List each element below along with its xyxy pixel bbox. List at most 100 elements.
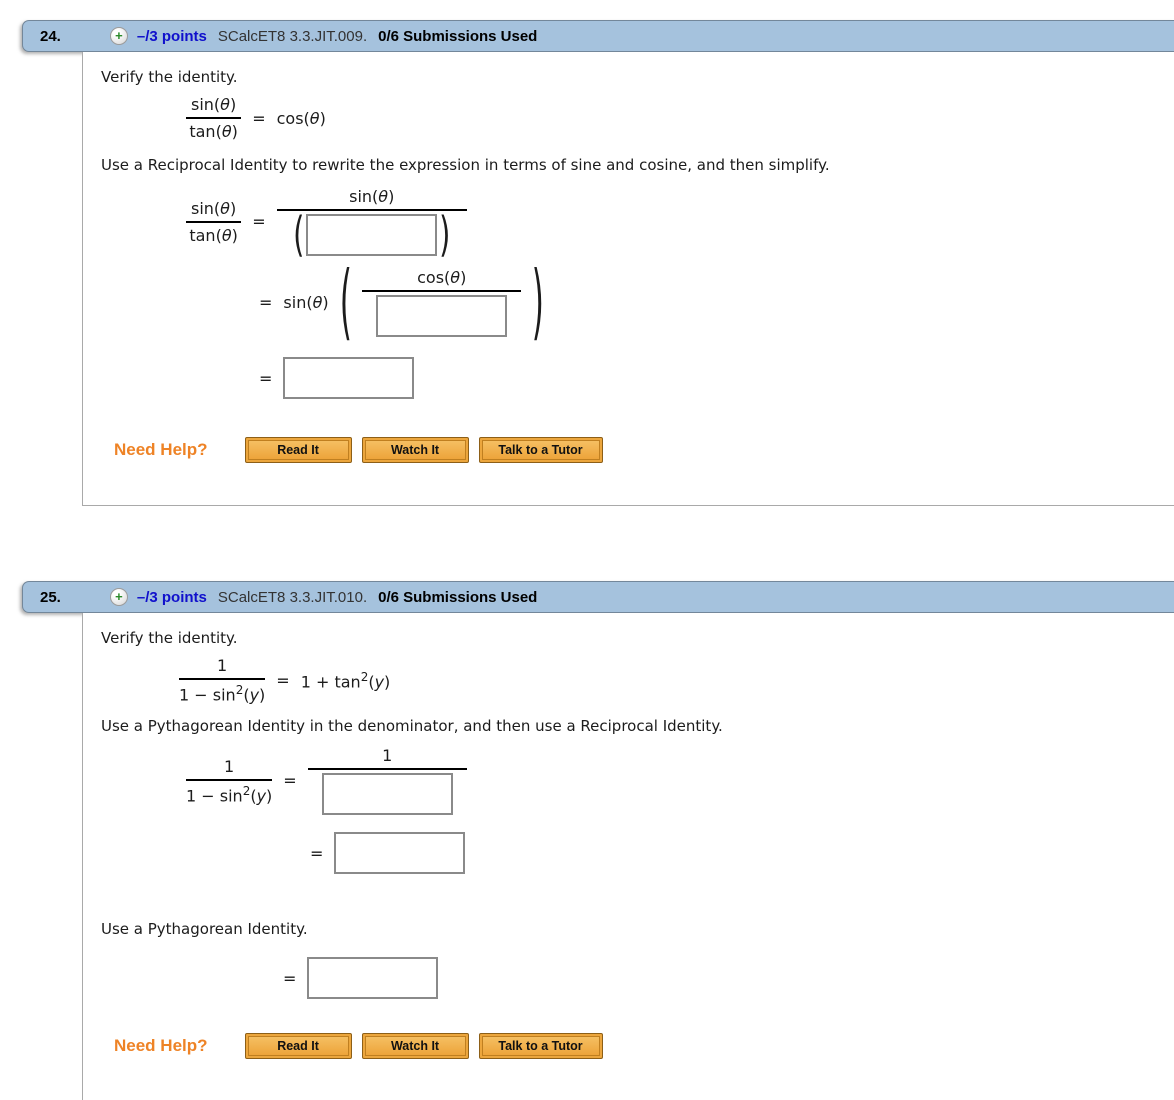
need-help-row: Need Help? Read It Watch It Talk to a Tu… [114,437,1174,463]
math-sin: sin( [349,187,379,206]
right-paren-icon: ) [531,255,545,350]
fraction-denominator: 1 − sin2(y) [186,778,273,805]
question-body-25: Verify the identity. 1 1 − sin2(y) = 1 +… [82,613,1174,1100]
math-sin: sin( [191,95,221,114]
p25-answer-input-2[interactable] [334,832,466,875]
fraction-denominator: 1 − sin2(y) [179,678,266,705]
rhs-fraction: cos(θ) [362,268,522,337]
math-close-paren: ) [229,198,237,218]
work-line-1: 1 1 − sin2(y) = 1 [186,746,1174,816]
math-close-paren: ) [231,225,238,245]
right-paren-icon: ) [439,207,451,263]
fraction-denominator: tan(θ) [186,220,242,245]
talk-to-tutor-label: Talk to a Tutor [481,1036,600,1057]
identity-statement: 1 1 − sin2(y) = 1 + tan2(y) [179,656,1174,704]
statement-rhs: cos(θ) [277,109,326,128]
read-it-label: Read It [247,1036,349,1057]
math-cos: cos( [276,108,310,128]
p24-answer-input-2[interactable] [376,295,508,337]
equals-sign: = [283,968,297,988]
verify-text: Verify the identity. [101,68,238,86]
watch-it-label: Watch It [364,1036,466,1057]
lhs-fraction: 1 1 − sin2(y) [186,757,273,805]
math-tan: tan( [189,225,222,245]
fraction-denominator [307,768,467,816]
equals-sign: = [252,108,266,128]
expand-plus-icon[interactable]: + [109,588,128,606]
math-sin: sin( [283,293,313,312]
rhs-fraction: 1 [307,746,467,816]
p24-answer-input-1[interactable] [306,214,438,256]
equals-sign: = [283,771,297,791]
expand-plus-icon[interactable]: + [109,27,128,45]
fraction-numerator: cos(θ) [362,268,521,290]
plus-glyph: + [115,28,123,43]
question-source: SCalcET8 3.3.JIT.010. [217,588,368,606]
talk-to-tutor-button[interactable]: Talk to a Tutor [478,1033,603,1060]
instruction-text: Use a Pythagorean Identity in the denomi… [101,717,723,736]
points-label: –/3 points [136,588,207,606]
statement-fraction: 1 1 − sin2(y) [179,656,266,705]
work-line-2: = [310,832,1174,875]
math-close-paren: ) [322,293,329,312]
math-close-paren: ) [388,187,395,206]
equals-sign: = [276,670,290,690]
question-number: 24. [40,27,61,45]
fraction-denominator: ( ) [276,207,467,263]
rhs-fraction: sin(θ) ( ) [276,187,467,263]
p25-answer-input-3[interactable] [307,957,439,1000]
math-close-paren: ) [266,785,273,805]
left-paren-icon: ( [339,255,352,350]
watch-it-button[interactable]: Watch It [361,437,469,463]
math-close-paren: ) [231,122,238,141]
instruction2-text: Use a Pythagorean Identity. [101,920,308,939]
points-label: –/3 points [136,27,207,45]
p25-answer-input-1[interactable] [321,773,453,816]
math-theta: θ [220,198,230,218]
fraction-denominator: tan(θ) [186,117,242,141]
math-sin: sin( [191,198,221,218]
read-it-label: Read It [247,440,349,460]
question-number: 25. [40,588,61,606]
work-line-1: sin(θ) tan(θ) = sin(θ) ( ) [186,187,1174,263]
math-close-paren: ) [384,671,391,691]
math-tan: tan( [189,122,222,141]
fraction-numerator: sin(θ) [277,187,467,209]
read-it-button[interactable]: Read It [244,1033,352,1060]
math-y: y [249,685,260,705]
work-line-3: = [259,357,1174,399]
instruction-text: Use a Reciprocal Identity to rewrite the… [101,156,830,174]
fraction-numerator: 1 [382,746,393,766]
equals-sign: = [259,368,273,388]
problem-25: 25. + –/3 points SCalcET8 3.3.JIT.010. 0… [22,581,1174,1100]
fraction-numerator: sin(θ) [186,95,241,117]
math-one-plus-tan: 1 + tan [300,671,361,691]
talk-to-tutor-label: Talk to a Tutor [481,440,600,460]
question-body-24: Verify the identity. sin(θ) tan(θ) = cos… [82,52,1174,506]
math-close-paren: ) [460,268,467,287]
submissions-used: 0/6 Submissions Used [378,27,538,45]
equals-sign: = [252,212,266,231]
statement-fraction: sin(θ) tan(θ) [186,95,242,141]
equals-sign: = [259,293,273,312]
need-help-label: Need Help? [114,1036,208,1056]
math-one-minus-sin: 1 − sin [179,685,236,705]
math-theta: θ [221,122,232,141]
equals-sign: = [310,843,324,863]
math-theta: θ [312,293,323,312]
statement-rhs: 1 + tan2(y) [301,670,391,691]
math-theta: θ [450,268,461,287]
lhs-fraction: sin(θ) tan(θ) [186,198,242,245]
identity-statement: sin(θ) tan(θ) = cos(θ) [186,95,1174,141]
watch-it-button[interactable]: Watch It [361,1033,469,1060]
p24-answer-input-3[interactable] [283,357,415,399]
math-y: y [374,671,385,691]
question-source: SCalcET8 3.3.JIT.009. [217,27,368,45]
read-it-button[interactable]: Read It [244,437,352,463]
math-close-paren: ) [259,685,266,705]
talk-to-tutor-button[interactable]: Talk to a Tutor [478,437,603,463]
need-help-row: Need Help? Read It Watch It Talk to a Tu… [114,1033,1174,1060]
question-header-25: 25. + –/3 points SCalcET8 3.3.JIT.010. 0… [22,581,1174,613]
math-cos: cos( [417,268,451,287]
math-close-paren: ) [229,95,237,114]
